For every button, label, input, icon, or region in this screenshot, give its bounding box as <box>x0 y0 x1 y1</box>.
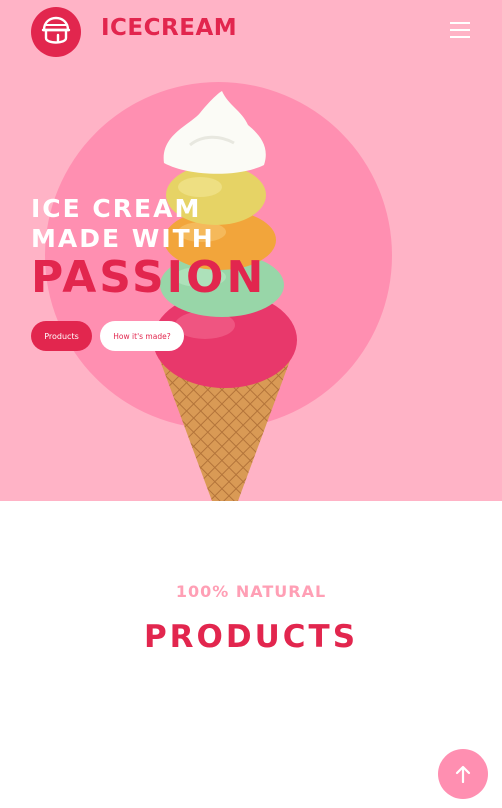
back-to-top-button[interactable] <box>438 749 488 799</box>
section-eyebrow: 100% NATURAL <box>175 582 327 601</box>
arrow-up-icon <box>455 765 471 783</box>
how-its-made-button[interactable]: How it's made? <box>100 321 184 351</box>
brand-name[interactable]: ICECREAM <box>101 17 237 40</box>
hamburger-menu-icon[interactable] <box>450 22 472 38</box>
page: ICECREAM ICE CREAM MADE WITH PASSION Pro… <box>0 0 502 808</box>
hero-headline-line-1: ICE CREAM <box>31 194 202 223</box>
hero-headline-accent: PASSION <box>31 252 267 303</box>
hero-headline-line-2: MADE WITH <box>31 224 215 253</box>
hero-section: ICECREAM ICE CREAM MADE WITH PASSION Pro… <box>0 0 502 501</box>
ice-cream-scoop-icon <box>41 16 71 44</box>
products-button[interactable]: Products <box>31 321 92 351</box>
logo-icon[interactable] <box>31 7 81 57</box>
section-title: PRODUCTS <box>143 619 359 655</box>
